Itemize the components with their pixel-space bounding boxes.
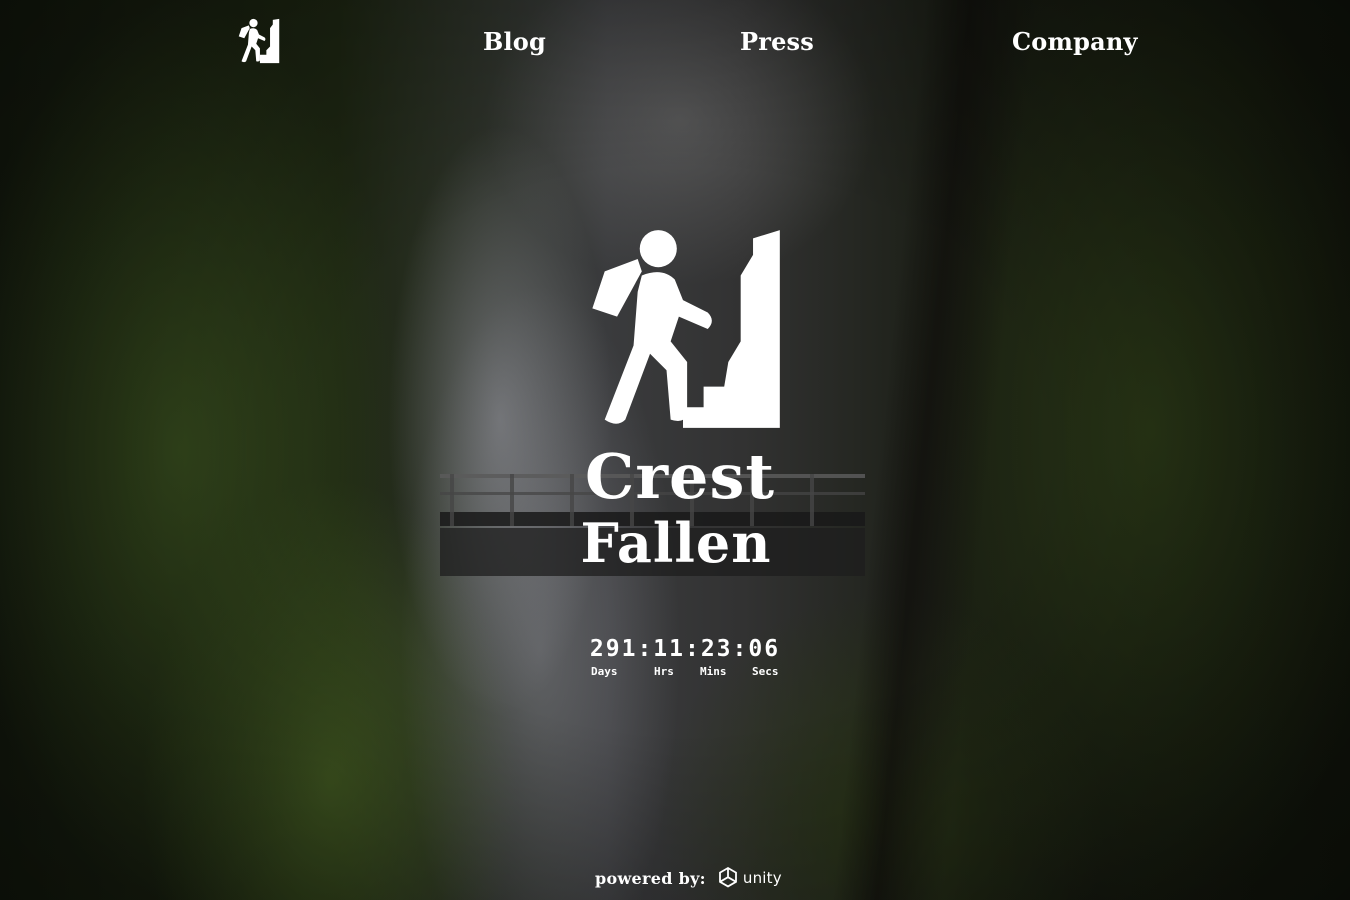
unity-logo-link[interactable]: unity — [716, 866, 782, 890]
countdown-label-mins: Mins — [700, 665, 727, 678]
countdown-value: 291:11:23:06 — [589, 636, 781, 662]
countdown-labels: Days Hrs Mins Secs — [575, 664, 795, 680]
nav-link-press[interactable]: Press — [740, 24, 814, 60]
countdown-label-secs: Secs — [752, 665, 779, 678]
brand-title-line2: Fallen — [580, 511, 772, 575]
top-navigation: Blog Press Company — [0, 0, 1350, 84]
unity-wordmark: unity — [742, 869, 782, 887]
powered-by-label: powered by: — [595, 868, 706, 888]
climber-icon — [238, 18, 280, 64]
countdown-timer: 291:11:23:06 Days Hrs Mins Secs — [575, 634, 795, 680]
climber-icon — [592, 230, 780, 428]
unity-icon — [718, 866, 737, 888]
footer-powered-by: powered by: unity — [595, 864, 782, 892]
countdown-label-days: Days — [591, 665, 618, 678]
nav-link-company[interactable]: Company — [1012, 24, 1138, 60]
home-logo-link[interactable] — [236, 18, 282, 64]
nav-link-blog[interactable]: Blog — [483, 24, 546, 60]
brand-title-line1: Crest — [584, 440, 775, 513]
landing-page: Blog Press Company Crest Fallen 291:11:2… — [0, 0, 1350, 900]
countdown-label-hrs: Hrs — [654, 665, 674, 678]
